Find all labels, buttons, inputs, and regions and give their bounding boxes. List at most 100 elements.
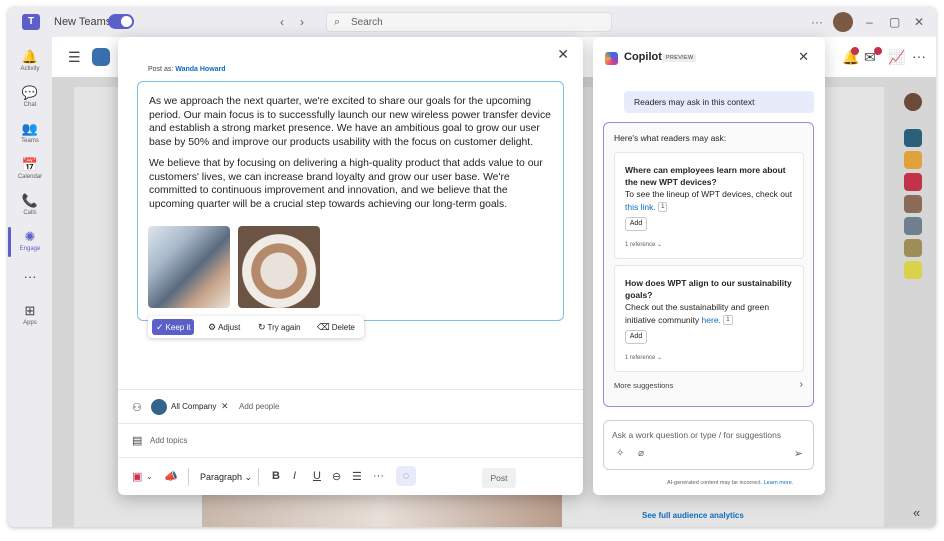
community-avatar[interactable] [904,151,922,169]
suggestion-question: How does WPT align to our sustainability… [625,278,792,300]
chat-icon: 💬 [21,85,39,100]
more-options-icon[interactable]: ··· [912,48,926,64]
post-image-team[interactable] [148,226,230,308]
more-format-icon[interactable]: ··· [373,470,384,482]
maximize-icon[interactable]: ▢ [889,15,900,29]
rail-item-chat[interactable]: 💬 Chat [8,83,52,117]
more-suggestions-link[interactable]: More suggestions [614,381,673,390]
rail-item-teams[interactable]: 👥 Teams [8,119,52,153]
rail-label: Engage [19,246,41,252]
new-teams-toggle[interactable] [108,14,134,29]
close-window-icon[interactable]: ✕ [914,15,924,29]
rail-item-activity[interactable]: 🔔 Activity [8,47,52,81]
learn-more-link[interactable]: Learn more. [764,480,794,486]
analytics-icon[interactable]: 📈 [888,49,905,66]
copilot-title: Copilot [624,51,662,63]
link-icon[interactable]: ⊖ [332,470,341,483]
people-icon: ⚇ [132,402,142,414]
suggestion-card: Where can employees learn more about the… [614,152,804,259]
chevron-right-icon[interactable]: › [800,379,803,390]
back-arrow-icon[interactable]: ‹ [280,15,284,29]
post-paragraph: As we approach the next quarter, we're e… [149,96,551,148]
adjust-button[interactable]: ⚙ Adjust [204,319,244,335]
suggestion-answer: To see the lineup of WPT devices, check … [625,188,797,213]
post-editor[interactable]: As we approach the next quarter, we're e… [137,81,564,321]
keep-it-button[interactable]: ✓ Keep it [152,319,195,335]
post-type-icon[interactable]: ▣ [132,470,142,483]
bold-button[interactable]: B [272,470,280,482]
italic-button[interactable]: I [293,470,296,482]
search-input[interactable]: ⌕ Search [326,12,612,32]
rail-label: Chat [23,102,37,108]
praise-icon[interactable]: 📣 [164,470,178,483]
suggestion-card: How does WPT align to our sustainability… [614,265,804,372]
community-avatar[interactable] [904,129,922,147]
close-icon[interactable]: ✕ [557,46,569,63]
audience-row: ⚇ All Company ✕ Add people [118,389,583,423]
remove-chip-icon[interactable]: ✕ [221,401,229,412]
citation-marker[interactable]: 1 [723,315,733,326]
rail-label: Apps [23,320,37,326]
post-button[interactable]: Post [482,468,516,488]
rail-item-engage[interactable]: ✺ Engage [8,227,52,261]
inbox-badge [874,47,882,55]
more-options-icon[interactable]: ··· [811,15,823,29]
reference-toggle[interactable]: 1 reference ⌄ [625,241,662,248]
audience-chip-label: All Company [171,402,217,411]
community-avatar[interactable] [904,195,922,213]
chevron-down-icon[interactable]: ⌄ [146,472,153,481]
add-suggestion-button[interactable]: Add [625,330,647,344]
send-icon[interactable]: ➢ [794,447,803,460]
rail-label: Calendar [17,174,43,180]
community-avatar[interactable] [904,173,922,191]
reference-toggle[interactable]: 1 reference ⌄ [625,354,662,361]
audience-analytics-link[interactable]: See full audience analytics [642,511,744,520]
notification-badge [851,47,859,55]
rail-label: Teams [21,138,39,144]
user-avatar[interactable] [904,93,922,111]
refresh-icon: ↻ [258,322,266,332]
suggestion-link[interactable]: this link. [625,202,656,212]
forward-arrow-icon[interactable]: › [300,15,304,29]
company-avatar [151,399,167,415]
post-image-table[interactable] [238,226,320,308]
delete-label: Delete [331,323,355,332]
copilot-icon[interactable]: ◌ [396,466,416,486]
chevron-down-icon: ⌄ [657,242,663,248]
hamburger-menu-icon[interactable]: ☰ [68,49,81,66]
community-avatar[interactable] [904,239,922,257]
community-avatar[interactable] [904,217,922,235]
sparkle-icon[interactable]: ✧ [616,448,624,459]
post-as-line: Post as: Wanda Howard [148,66,226,73]
copilot-prompt-input[interactable]: Ask a work question or type / for sugges… [603,420,814,470]
minimize-icon[interactable]: – [866,15,873,29]
add-suggestion-button[interactable]: Add [625,217,647,231]
rail-item-calendar[interactable]: 📅 Calendar [8,155,52,189]
bullet-list-icon[interactable]: ☰ [352,470,362,483]
suggestions-heading: Here's what readers may ask: [614,133,727,143]
delete-button[interactable]: ⌫ Delete [313,319,359,335]
rail-item-more[interactable]: ··· [8,267,52,301]
toolbar-divider [188,468,189,486]
add-people-input[interactable]: Add people [239,402,279,411]
rail-item-apps[interactable]: ⊞ Apps [8,301,52,335]
underline-button[interactable]: U [313,470,321,482]
rail-item-calls[interactable]: 📞 Calls [8,191,52,225]
suggestion-link[interactable]: here. [702,315,721,325]
add-topics-input[interactable]: Add topics [150,436,187,445]
reference-label: 1 reference [625,242,656,248]
phone-icon: 📞 [21,193,39,208]
sliders-icon: ⚙ [208,322,217,332]
try-again-button[interactable]: ↻ Try again [254,319,305,335]
paragraph-style-select[interactable]: Paragraph ⌄ [200,472,252,483]
engage-icon: ✺ [24,229,36,244]
post-as-name[interactable]: Wanda Howard [175,66,225,73]
profile-avatar[interactable] [833,12,853,32]
prompt-placeholder: Ask a work question or type / for sugges… [612,430,782,440]
teams-icon: 👥 [21,121,39,136]
collapse-panel-icon[interactable]: « [913,505,920,520]
community-avatar[interactable] [904,261,922,279]
close-icon[interactable]: ✕ [798,49,809,65]
attach-icon[interactable]: ⌀ [638,448,644,459]
citation-marker[interactable]: 1 [658,202,668,213]
